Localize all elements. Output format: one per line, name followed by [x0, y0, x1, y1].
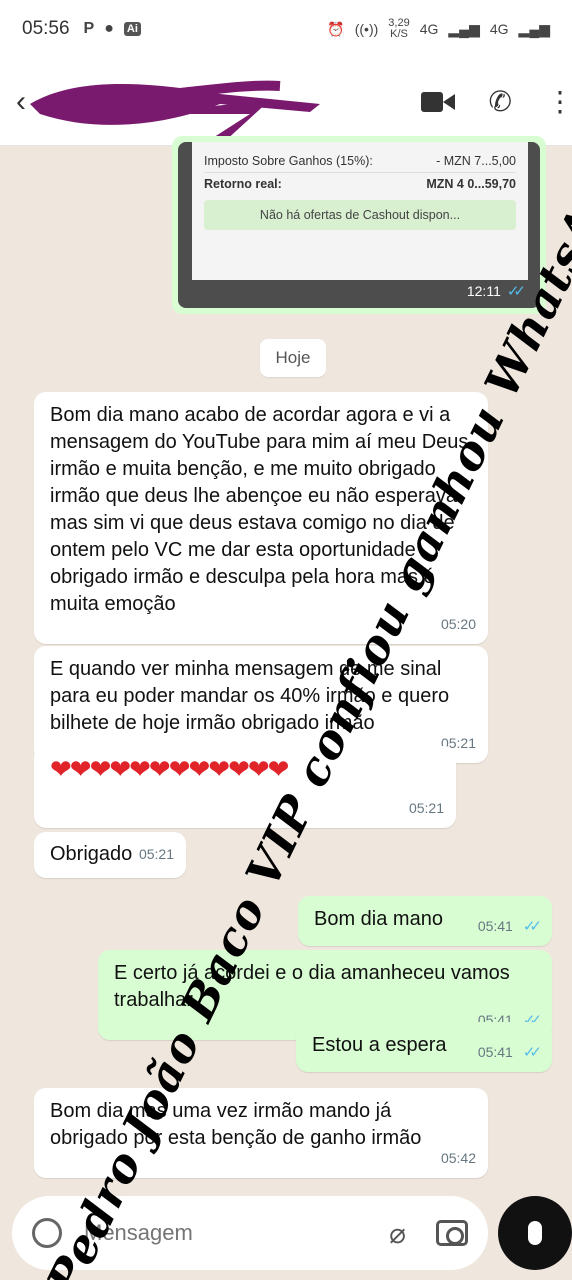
more-vert-icon[interactable]: ⋮ — [546, 85, 572, 118]
phone-icon[interactable]: ✆ — [489, 85, 512, 118]
message-outgoing[interactable]: Bom dia mano 05:41 ✓✓ — [298, 896, 552, 946]
hotspot-icon: ((•)) — [354, 21, 379, 37]
chat-header: ‹ ✆ ⋮ — [0, 58, 572, 146]
net-speed: 3,29 K/S — [388, 18, 409, 40]
status-right: ⏰ ((•)) 3,29 K/S 4G ▂▄▆ 4G ▂▄▆ — [327, 18, 550, 40]
image-preview: Imposto Sobre Ganhos (15%): - MZN 7...5,… — [178, 142, 540, 308]
message-text: E quando ver minha mensagem de me sinal … — [50, 658, 450, 734]
network-label: 4G — [419, 21, 439, 37]
time-label: 05:41 — [477, 1044, 513, 1060]
chat-area: Imposto Sobre Ganhos (15%): - MZN 7...5,… — [0, 136, 572, 1196]
time-label: 05:21 — [138, 846, 174, 862]
message-input[interactable] — [84, 1220, 390, 1246]
message-text: E certo já acordei e o dia amanheceu vam… — [114, 962, 510, 1011]
net-speed-unit: K/S — [390, 28, 408, 40]
read-ticks-icon: ✓✓ — [522, 918, 542, 935]
message-time: 05:41 ✓✓ — [477, 1039, 542, 1066]
header-actions: ✆ ⋮ — [420, 85, 572, 118]
receipt-screenshot: Imposto Sobre Ganhos (15%): - MZN 7...5,… — [192, 142, 528, 280]
emoji-icon[interactable] — [32, 1218, 62, 1248]
receipt-value: MZN 4 0...59,70 — [426, 176, 516, 191]
message-incoming[interactable]: Obrigado 05:21 — [34, 832, 186, 878]
message-time: 05:20 — [441, 611, 476, 638]
message-outgoing[interactable]: Estou a espera 05:41 ✓✓ — [296, 1022, 552, 1072]
date-separator: Hoje — [260, 339, 326, 377]
time-label: 05:20 — [440, 616, 476, 632]
network-label-2: 4G — [489, 21, 509, 37]
alarm-icon: ⏰ — [327, 20, 345, 37]
signal-icon-2: ▂▄▆ — [518, 20, 550, 37]
message-time: 05:41 ✓✓ — [477, 913, 542, 940]
status-time: 05:56 — [22, 18, 70, 39]
message-time: 05:42 — [441, 1145, 476, 1172]
signal-icon: ▂▄▆ — [448, 20, 480, 37]
receipt-label: Imposto Sobre Ganhos (15%): — [204, 154, 373, 168]
message-incoming[interactable]: Bom dia mano acabo de acordar agora e vi… — [34, 392, 488, 644]
message-time: 12:11 ✓✓ — [467, 282, 526, 300]
message-text: Bom dia mano — [314, 908, 443, 930]
receipt-note: Não há ofertas de Cashout dispon... — [204, 200, 516, 230]
receipt-label: Retorno real: — [204, 176, 282, 191]
back-arrow-icon[interactable]: ‹ — [16, 85, 46, 119]
p-icon: P — [83, 20, 95, 37]
read-ticks-icon: ✓✓ — [522, 1044, 542, 1061]
message-time: 05:21 — [139, 841, 174, 868]
receipt-value: - MZN 7...5,00 — [436, 154, 516, 168]
message-time: 05:21 — [409, 795, 444, 822]
attach-icon[interactable]: ⌀ — [389, 1217, 406, 1250]
message-text: Estou a espera — [312, 1034, 447, 1056]
image-time: 12:11 — [466, 283, 501, 299]
message-incoming[interactable]: Bom dia mas uma vez irmão mando já obrig… — [34, 1088, 488, 1178]
camera-icon[interactable] — [436, 1220, 468, 1246]
ai-icon: Ai — [123, 22, 141, 36]
message-text: Obrigado — [50, 843, 133, 865]
time-label: 05:42 — [440, 1150, 476, 1166]
message-incoming[interactable]: ❤❤❤❤❤❤❤❤❤❤❤❤ 05:21 — [34, 746, 456, 828]
mic-icon — [528, 1221, 542, 1245]
receipt-row: Retorno real: MZN 4 0...59,70 — [204, 172, 516, 194]
time-label: 05:21 — [408, 800, 444, 816]
message-text: Bom dia mas uma vez irmão mando já obrig… — [50, 1100, 422, 1149]
message-composer: ⌀ — [12, 1196, 488, 1270]
message-text: ❤❤❤❤❤❤❤❤❤❤❤❤ — [50, 754, 289, 784]
message-text: Bom dia mano acabo de acordar agora e vi… — [50, 404, 469, 615]
read-ticks-icon: ✓✓ — [506, 283, 526, 300]
receipt-row: Imposto Sobre Ganhos (15%): - MZN 7...5,… — [204, 150, 516, 172]
time-label: 05:41 — [477, 918, 513, 934]
status-bar: 05:56 P ● Ai ⏰ ((•)) 3,29 K/S 4G ▂▄▆ 4G … — [0, 0, 572, 58]
chat-icon: ● — [104, 20, 114, 37]
video-call-icon[interactable] — [420, 90, 455, 114]
image-message[interactable]: Imposto Sobre Ganhos (15%): - MZN 7...5,… — [172, 136, 546, 314]
mic-button[interactable] — [498, 1196, 572, 1270]
